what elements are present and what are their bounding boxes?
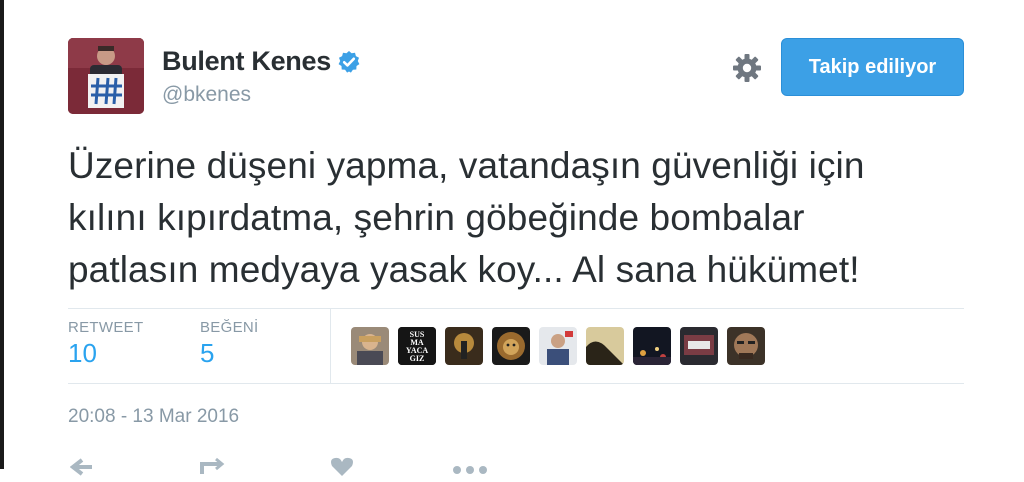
like-label: BEĞENİ	[200, 319, 259, 336]
liker-avatar[interactable]	[633, 327, 671, 365]
user-handle[interactable]: @bkenes	[162, 83, 251, 107]
like-icon[interactable]	[329, 456, 355, 476]
liker-avatar[interactable]	[351, 327, 389, 365]
retweet-label: RETWEET	[68, 319, 144, 336]
display-name[interactable]: Bulent Kenes	[162, 46, 331, 77]
stats-separator	[330, 309, 331, 383]
tweet-text-line: patlasın medyaya yasak koy... Al sana hü…	[68, 249, 860, 290]
tweet-text-line: kılını kıpırdatma, şehrin göbeğinde bomb…	[68, 197, 805, 238]
tweet-stats: RETWEET 10 BEĞENİ 5 SUS MA YACA GIZ	[68, 309, 964, 383]
more-icon[interactable]	[452, 462, 488, 482]
liker-avatar[interactable]	[680, 327, 718, 365]
liker-avatar[interactable]	[539, 327, 577, 365]
reply-icon[interactable]	[69, 456, 96, 476]
retweet-count: 10	[68, 338, 97, 368]
like-stat[interactable]: BEĞENİ 5	[200, 319, 258, 369]
liker-avatar[interactable]	[586, 327, 624, 365]
lion-avatar[interactable]	[492, 327, 530, 365]
avatar[interactable]	[68, 38, 144, 114]
liker-avatar[interactable]	[727, 327, 765, 365]
liker-avatar[interactable]	[445, 327, 483, 365]
susmayacagiz-avatar[interactable]: SUS MA YACA GIZ	[398, 327, 436, 365]
tweet-text: Üzerine düşeni yapma, vatandaşın güvenli…	[68, 140, 968, 296]
tweet-timestamp[interactable]: 20:08 - 13 Mar 2016	[68, 406, 239, 428]
window-edge	[0, 0, 4, 469]
like-count: 5	[200, 338, 215, 368]
retweet-icon[interactable]	[198, 456, 228, 476]
verified-badge-icon	[337, 50, 361, 74]
following-button[interactable]: Takip ediliyor	[781, 38, 964, 96]
badge-line: GIZ	[410, 354, 425, 363]
user-name-row[interactable]: Bulent Kenes	[162, 46, 361, 77]
tweet-text-line: Üzerine düşeni yapma, vatandaşın güvenli…	[68, 145, 865, 186]
retweet-stat[interactable]: RETWEET 10	[68, 319, 143, 369]
divider	[68, 383, 964, 384]
gear-icon[interactable]	[731, 52, 763, 84]
liker-avatars: SUS MA YACA GIZ	[351, 327, 774, 365]
